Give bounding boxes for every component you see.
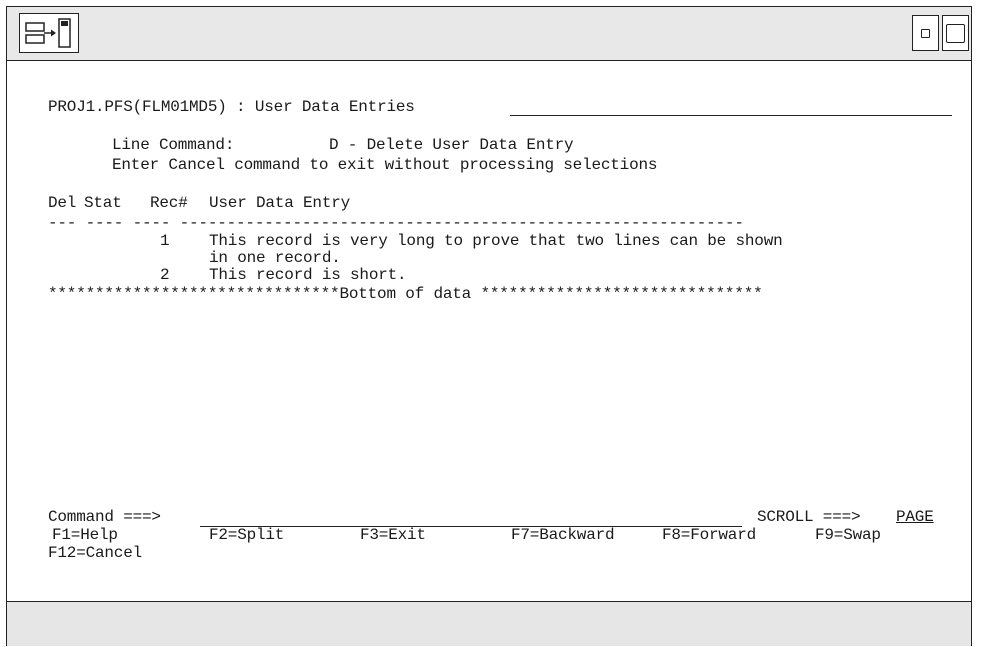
cancel-hint: Enter Cancel command to exit without pro… [112, 156, 658, 174]
row-2-entry: This record is short. [209, 266, 407, 284]
maximize-icon [946, 23, 965, 43]
column-header-del: Del [48, 194, 77, 212]
title-bar [7, 7, 971, 61]
fkey-f3-exit[interactable]: F3=Exit [360, 525, 426, 545]
terminal-window: PROJ1.PFS(FLM01MD5) : User Data Entries … [6, 6, 972, 646]
maximize-button[interactable] [942, 15, 969, 51]
column-header-stat: Stat [84, 194, 122, 212]
minimize-icon [921, 28, 930, 38]
row-2-del-field[interactable] [48, 265, 76, 285]
row-2-rec: 2 [160, 266, 170, 284]
command-label: Command ===> [48, 508, 161, 526]
column-header-entry: User Data Entry [209, 194, 351, 212]
fkey-f12-cancel[interactable]: F12=Cancel [48, 543, 142, 563]
line-command-description: D - Delete User Data Entry [329, 136, 574, 154]
status-bar [7, 601, 971, 646]
column-header-rec: Rec# [150, 194, 188, 212]
fkey-f2-split[interactable]: F2=Split [209, 525, 284, 545]
fkey-f1-help[interactable]: F1=Help [52, 525, 118, 545]
title-rule [510, 115, 952, 116]
row-1-del-field[interactable] [48, 231, 76, 251]
fkey-f8-forward[interactable]: F8=Forward [662, 525, 756, 545]
page-title: User Data Entries [254, 98, 415, 116]
scroll-amount-field[interactable]: PAGE [896, 507, 934, 527]
panel-header: PROJ1.PFS(FLM01MD5) : User Data Entries [48, 97, 415, 117]
line-command-label: Line Command: [112, 136, 235, 154]
split-window-icon[interactable] [19, 13, 79, 53]
fkey-f9-swap[interactable]: F9=Swap [815, 525, 881, 545]
scroll-label: SCROLL ===> [757, 508, 861, 526]
command-input[interactable] [200, 507, 742, 527]
fkey-f7-backward[interactable]: F7=Backward [511, 525, 615, 545]
header-separator: : [236, 98, 246, 116]
row-1-rec: 1 [160, 232, 170, 250]
panel-body: PROJ1.PFS(FLM01MD5) : User Data Entries … [7, 61, 971, 603]
bottom-of-data-marker: *******************************Bottom of… [48, 285, 763, 303]
header-rule: --- ---- ---- --------------------------… [48, 214, 744, 232]
minimize-button[interactable] [912, 15, 939, 51]
dataset-name: PROJ1.PFS(FLM01MD5) [48, 98, 227, 116]
